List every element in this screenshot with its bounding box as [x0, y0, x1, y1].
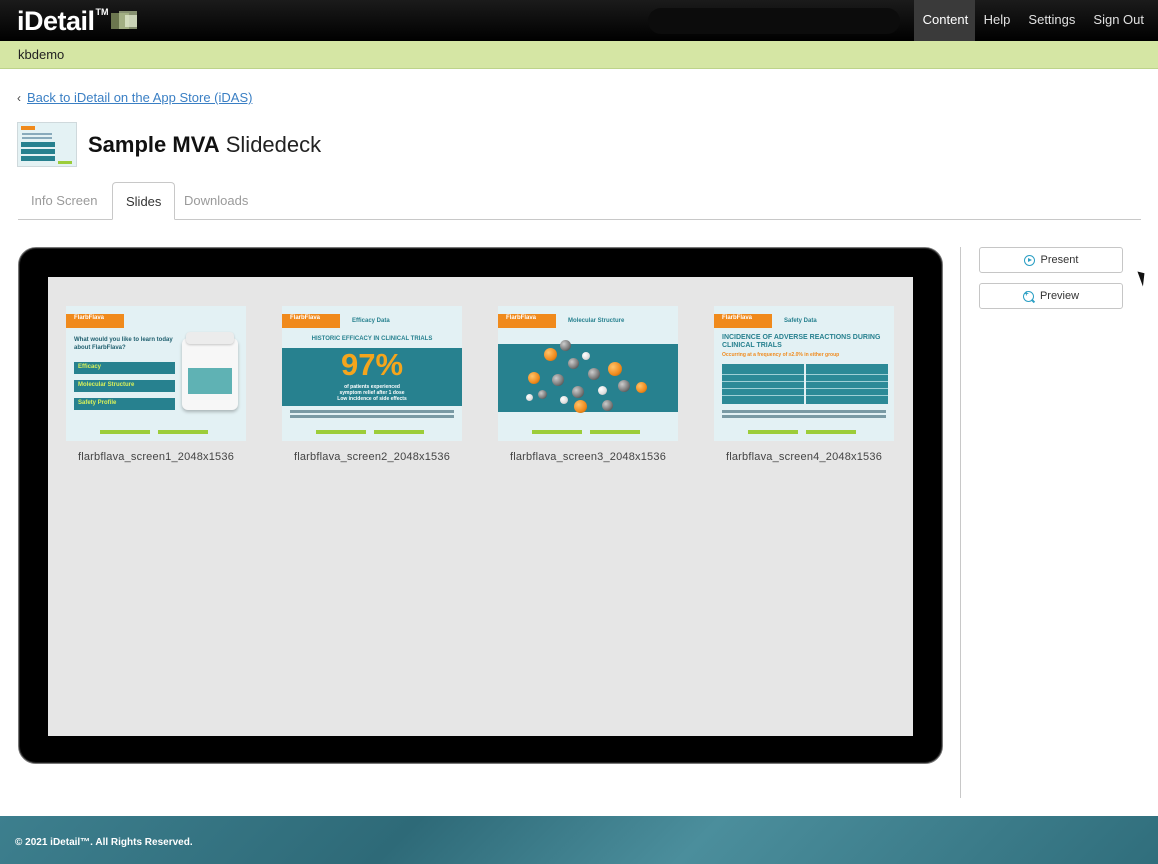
slide-table [806, 364, 888, 404]
slide-footer-link [748, 430, 798, 434]
slide-headline: HISTORIC EFFICACY IN CLINICAL TRIALS [311, 336, 433, 342]
copyright-text: © 2021 iDetail™. All Rights Reserved. [15, 837, 193, 848]
slide-subheadline: Occurring at a frequency of ≥2.0% in eit… [722, 352, 840, 358]
slide-button: Safety Profile [74, 398, 175, 410]
zoom-in-icon [1022, 289, 1034, 302]
idetail-logo[interactable]: iDetail TM [17, 6, 139, 36]
slide-footer-link [590, 430, 640, 434]
nav-sign-out[interactable]: Sign Out [1084, 0, 1158, 41]
slide-heading: Efficacy Data [352, 318, 390, 324]
logo-text: iDetail [17, 5, 95, 36]
slide-thumbnail: FlarbFlava Safety Data INCIDENCE OF ADVE… [714, 306, 894, 441]
slide-footer-link [374, 430, 424, 434]
top-navbar: iDetail TM Content Help Settings Sign Ou… [0, 0, 1158, 41]
slides-screen: FlarbFlava What would you like to learn … [48, 277, 913, 736]
slide-body-text [722, 410, 886, 413]
slide-brand: FlarbFlava [714, 314, 772, 328]
slide-card[interactable]: FlarbFlava Safety Data INCIDENCE OF ADVE… [714, 306, 894, 463]
slide-headline: INCIDENCE OF ADVERSE REACTIONS DURING CL… [722, 334, 881, 349]
slide-button: Molecular Structure [74, 380, 175, 392]
slide-subtext: of patients experienced symptom relief a… [282, 384, 462, 402]
tab-bar: Info Screen Slides Downloads [18, 182, 1141, 220]
page-footer: © 2021 iDetail™. All Rights Reserved. [0, 816, 1158, 864]
breadcrumb: ‹ Back to iDetail on the App Store (iDAS… [17, 90, 252, 105]
slide-card[interactable]: FlarbFlava Molecular Structure flarbflav… [498, 306, 678, 463]
slide-card[interactable]: FlarbFlava Efficacy Data HISTORIC EFFICA… [282, 306, 462, 463]
nav-search-field[interactable] [648, 8, 900, 34]
slide-caption: flarbflava_screen2_2048x1536 [293, 451, 451, 463]
slide-question: What would you like to learn today about… [74, 337, 173, 351]
slide-footer-link [158, 430, 208, 434]
slide-caption: flarbflava_screen3_2048x1536 [509, 451, 667, 463]
title-bold: Sample MVA [88, 132, 220, 157]
slide-percent: 97% [340, 347, 404, 382]
slide-caption: flarbflava_screen4_2048x1536 [725, 451, 883, 463]
logo-mark-icon [110, 11, 139, 31]
tablet-frame: FlarbFlava What would you like to learn … [18, 247, 943, 764]
present-label: Present [1040, 254, 1079, 266]
main-nav: Content Help Settings Sign Out [913, 0, 1158, 41]
pill-bottle-label [188, 368, 232, 394]
tab-downloads[interactable]: Downloads [171, 182, 261, 220]
slide-thumbnail: FlarbFlava What would you like to learn … [66, 306, 246, 441]
slide-heading: Molecular Structure [568, 318, 625, 324]
title-light: Slidedeck [225, 132, 322, 157]
tab-slides[interactable]: Slides [112, 182, 176, 220]
nav-settings[interactable]: Settings [1019, 0, 1084, 41]
slide-footer-link [100, 430, 150, 434]
slide-body-text [290, 410, 454, 413]
slide-table [722, 364, 804, 404]
slide-footer-link [532, 430, 582, 434]
preview-label: Preview [1039, 290, 1080, 302]
chevron-left-icon: ‹ [17, 90, 21, 105]
slide-brand: FlarbFlava [66, 314, 124, 328]
play-icon [1023, 254, 1035, 266]
tab-info-screen[interactable]: Info Screen [18, 182, 111, 220]
nav-content[interactable]: Content [913, 0, 975, 41]
slide-caption: flarbflava_screen1_2048x1536 [77, 451, 235, 463]
slide-brand: FlarbFlava [282, 314, 340, 328]
slide-thumbnail: FlarbFlava Molecular Structure [498, 306, 678, 441]
slide-subtext-line: Low incidence of side effects [337, 396, 407, 402]
slidedeck-thumbnail [17, 122, 77, 167]
pill-bottle-cap [186, 332, 234, 344]
preview-button[interactable]: Preview [979, 283, 1123, 309]
mouse-cursor-icon [1137, 269, 1149, 287]
vertical-divider [960, 247, 961, 798]
logo-trademark: TM [95, 7, 109, 17]
slide-brand: FlarbFlava [498, 314, 556, 328]
slide-thumbnail: FlarbFlava Efficacy Data HISTORIC EFFICA… [282, 306, 462, 441]
slide-footer-link [806, 430, 856, 434]
slide-footer-link [316, 430, 366, 434]
username: kbdemo [18, 47, 65, 62]
present-button[interactable]: Present [979, 247, 1123, 273]
slide-button: Efficacy [74, 362, 175, 374]
nav-help[interactable]: Help [975, 0, 1020, 41]
page-title: Sample MVA Slidedeck [88, 132, 321, 158]
slide-heading: Safety Data [784, 318, 817, 324]
slide-card[interactable]: FlarbFlava What would you like to learn … [66, 306, 246, 463]
back-to-idas-link[interactable]: Back to iDetail on the App Store (iDAS) [27, 90, 252, 105]
user-bar: kbdemo [0, 41, 1158, 69]
